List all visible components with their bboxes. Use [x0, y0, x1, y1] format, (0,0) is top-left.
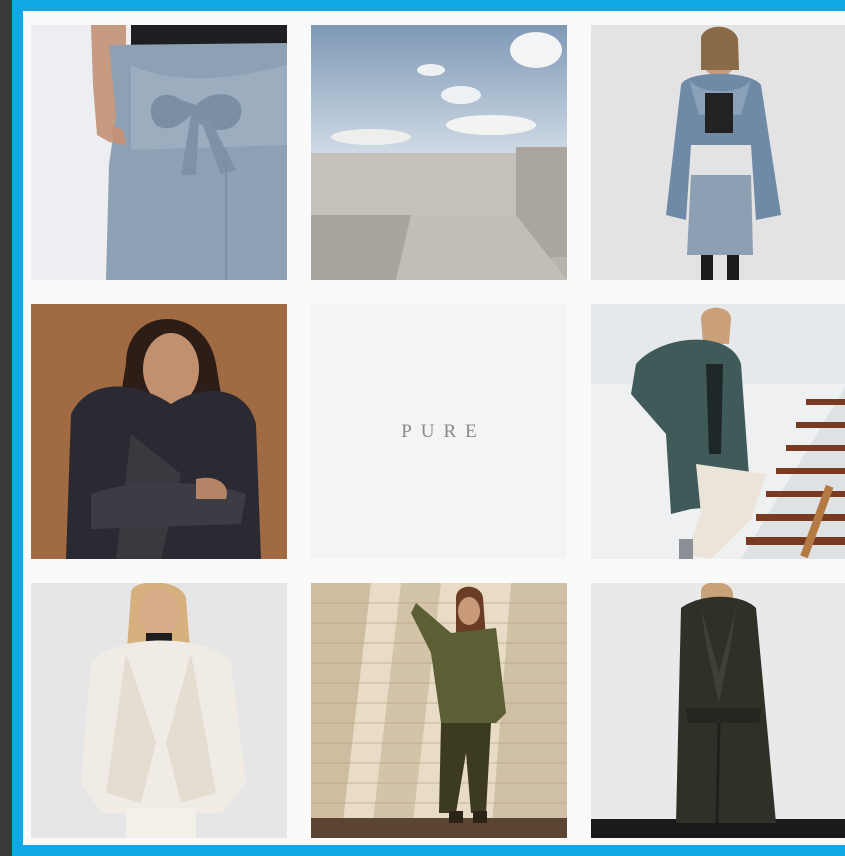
photo-white-fur-jacket[interactable]: [31, 583, 287, 838]
photo-suede-skirt[interactable]: [31, 25, 287, 280]
brand-wordmark: PURE: [401, 420, 486, 442]
photo-green-leather-coat[interactable]: [591, 304, 845, 559]
photo-concrete-sky[interactable]: [311, 25, 567, 280]
photo-blue-fur-jacket[interactable]: [591, 25, 845, 280]
instagram-grid: PURE: [12, 0, 845, 856]
brand-tile[interactable]: PURE: [311, 304, 567, 559]
photo-olive-knit-brick-wall[interactable]: [311, 583, 567, 838]
photo-dark-fur-coat[interactable]: [31, 304, 287, 559]
photo-black-shearling-coat[interactable]: [591, 583, 845, 838]
